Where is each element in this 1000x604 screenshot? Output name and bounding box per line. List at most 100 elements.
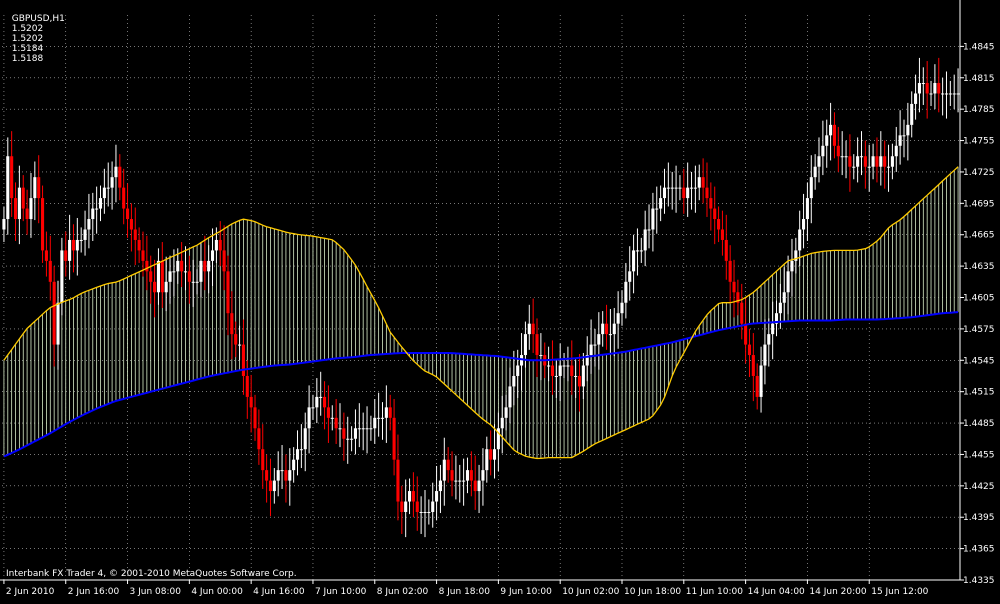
- candle-body: [168, 271, 172, 282]
- candle-body: [693, 187, 697, 189]
- candle-body: [929, 93, 933, 95]
- candle-body: [241, 344, 245, 376]
- candle-body: [473, 480, 477, 492]
- candle-body: [141, 250, 145, 261]
- candle-body: [724, 239, 728, 261]
- candle-body: [392, 417, 396, 460]
- y-tick-label: 1.4545: [963, 356, 995, 366]
- candle-body: [307, 407, 311, 429]
- candle-body: [678, 187, 682, 189]
- candle-body: [369, 428, 373, 430]
- candle-body: [249, 396, 253, 408]
- y-tick-label: 1.4635: [963, 262, 995, 272]
- candle-body: [720, 229, 724, 240]
- candle-body: [87, 219, 91, 230]
- candle-body: [655, 208, 659, 210]
- candle-body: [728, 260, 732, 282]
- candle-body: [458, 480, 462, 482]
- candle-body: [361, 428, 365, 430]
- candle-body: [91, 208, 95, 220]
- candle-body: [767, 334, 771, 345]
- candle-body: [25, 208, 29, 220]
- candle-body: [516, 365, 520, 376]
- candle-body: [500, 417, 504, 429]
- candle-body: [404, 501, 408, 512]
- candle-body: [744, 323, 748, 345]
- candle-body: [400, 501, 404, 512]
- candle-body: [921, 83, 925, 85]
- candle-body: [17, 187, 21, 220]
- candle-body: [902, 135, 906, 137]
- candle-body: [129, 219, 133, 230]
- candle-body: [608, 334, 612, 336]
- candle-body: [230, 313, 234, 335]
- x-tick-label: 4 Jun 16:00: [253, 587, 305, 597]
- candle-body: [203, 260, 207, 272]
- candle-body: [709, 198, 713, 209]
- x-tick-label: 9 Jun 10:00: [500, 587, 552, 597]
- candle-body: [547, 365, 551, 367]
- candle-body: [284, 470, 288, 481]
- price-low: 1.5184: [11, 44, 44, 54]
- price-close: 1.5188: [11, 54, 44, 64]
- candle-body: [941, 93, 945, 95]
- candle-body: [535, 334, 539, 356]
- symbol-label: GBPUSD,H1: [11, 14, 65, 24]
- candles: [2, 57, 960, 538]
- candle-body: [180, 260, 184, 272]
- candle-body: [593, 344, 597, 346]
- candle-body: [52, 281, 56, 345]
- candle-body: [562, 365, 566, 367]
- candle-body: [187, 271, 191, 282]
- candle-body: [740, 302, 744, 324]
- candle-body: [836, 145, 840, 157]
- chart-header: GBPUSD,H1 1.5202 1.5202 1.5184 1.5188: [6, 4, 71, 64]
- candle-body: [323, 396, 327, 408]
- candle-body: [357, 428, 361, 430]
- candle-body: [898, 135, 902, 146]
- y-tick-label: 1.4425: [963, 482, 995, 492]
- candle-body: [624, 281, 628, 303]
- candle-body: [114, 166, 118, 178]
- candle-body: [914, 93, 918, 104]
- candle-body: [616, 313, 620, 324]
- candle-body: [396, 459, 400, 502]
- candle-body: [330, 417, 334, 419]
- candle-body: [937, 83, 941, 94]
- y-tick-label: 1.4695: [963, 199, 995, 209]
- candle-body: [234, 334, 238, 345]
- candle-body: [350, 438, 354, 440]
- candle-body: [133, 229, 137, 240]
- candle-body: [446, 459, 450, 471]
- candle-body: [717, 219, 721, 230]
- x-tick-label: 8 Jun 02:00: [377, 587, 429, 597]
- candle-body: [581, 365, 585, 387]
- ma-histogram: [3, 166, 959, 459]
- y-tick-label: 1.4515: [963, 388, 995, 398]
- candle-body: [597, 334, 601, 345]
- y-tick-label: 1.4845: [963, 42, 995, 52]
- candle-body: [859, 156, 864, 158]
- candle-body: [465, 470, 470, 481]
- candle-body: [79, 239, 83, 241]
- x-tick-label: 7 Jun 10:00: [315, 587, 367, 597]
- candle-body: [829, 124, 833, 136]
- candle-body: [272, 480, 276, 492]
- candle-body: [295, 449, 300, 460]
- candle-body: [41, 198, 45, 251]
- chart-area[interactable]: 1.4845 1.4815 1.4785 1.4755 1.4725 1.4695 1.46…: [0, 0, 1000, 600]
- candle-body: [778, 302, 782, 314]
- candle-body: [253, 407, 257, 429]
- y-tick-label: 1.4785: [963, 105, 995, 115]
- candle-body: [492, 449, 497, 460]
- candle-body: [906, 124, 910, 136]
- candle-body: [682, 187, 686, 199]
- candle-body: [689, 187, 694, 189]
- candle-body: [407, 491, 412, 502]
- candle-body: [620, 302, 624, 314]
- candle-body: [303, 428, 307, 450]
- candle-body: [102, 187, 106, 199]
- candle-body: [933, 83, 937, 94]
- candle-body: [508, 386, 512, 408]
- candle-body: [798, 229, 802, 251]
